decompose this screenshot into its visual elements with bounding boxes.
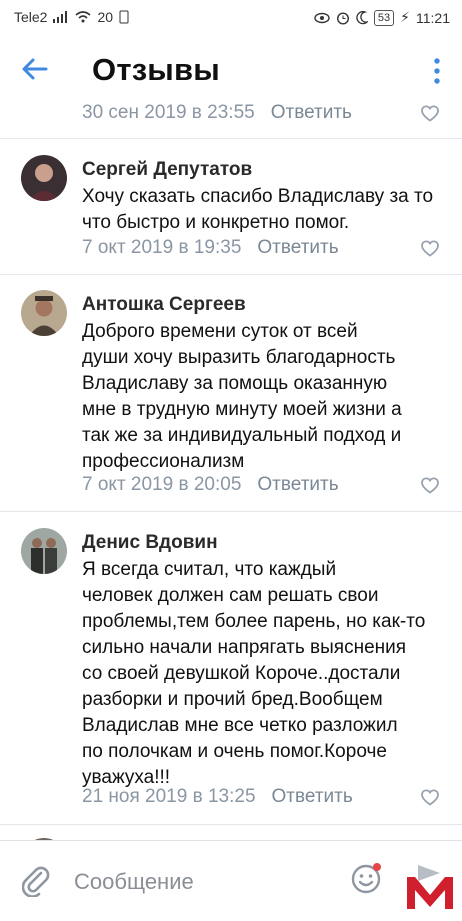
status-left: Tele2 20 <box>14 9 129 25</box>
comment-meta: 7 окт 2019 в 20:05 Ответить <box>82 474 339 496</box>
wifi-icon <box>75 11 91 23</box>
app-header: Отзывы <box>0 34 462 108</box>
divider <box>0 511 462 512</box>
author-name[interactable]: Сергей Депутатов <box>82 159 252 181</box>
comment-date: 7 окт 2019 в 20:05 <box>82 474 242 495</box>
comment-meta: 21 ноя 2019 в 13:25 Ответить <box>82 786 353 808</box>
comment-date: 21 ноя 2019 в 13:25 <box>82 786 256 807</box>
reply-link[interactable]: Ответить <box>271 102 352 124</box>
status-bar: Tele2 20 53 ⚡ 11:21 <box>0 0 462 34</box>
heart-icon[interactable] <box>420 104 440 122</box>
avatar[interactable] <box>21 290 67 336</box>
avatar[interactable] <box>21 155 67 201</box>
divider <box>0 274 462 275</box>
eye-icon <box>314 12 330 23</box>
message-composer <box>0 840 462 921</box>
paperclip-icon[interactable] <box>22 865 50 897</box>
reply-link[interactable]: Ответить <box>257 474 338 496</box>
comment-text: Хочу сказать спасибо Владиславу за то чт… <box>82 186 434 233</box>
page-title: Отзывы <box>92 52 220 87</box>
comment-text: Доброго времени суток от всей души хочу … <box>82 321 402 472</box>
charging-icon: ⚡ <box>400 9 410 25</box>
comment-text: Я всегда считал, что каждый человек долж… <box>82 559 426 788</box>
top-partial-meta: 30 сен 2019 в 23:55 Ответить <box>82 102 352 124</box>
sim-icon <box>119 10 129 24</box>
smiley-icon[interactable] <box>350 861 384 895</box>
back-arrow-icon[interactable] <box>20 54 50 84</box>
heart-icon[interactable] <box>420 476 440 494</box>
divider <box>0 824 462 825</box>
status-right: 53 ⚡ 11:21 <box>314 9 450 26</box>
heart-icon[interactable] <box>420 788 440 806</box>
comment-date: 30 сен 2019 в 23:55 <box>82 102 255 123</box>
carrier-label: Tele2 <box>14 9 48 25</box>
alarm-icon <box>336 11 349 25</box>
comment-date: 7 окт 2019 в 19:35 <box>82 237 242 258</box>
divider <box>0 138 462 139</box>
more-vertical-icon[interactable] <box>432 56 442 86</box>
message-input[interactable] <box>72 867 346 897</box>
comment-meta: 7 окт 2019 в 19:35 Ответить <box>82 237 339 259</box>
author-name[interactable]: Антошка Сергеев <box>82 294 246 316</box>
network-label: 20 <box>97 9 114 25</box>
avatar[interactable] <box>21 528 67 574</box>
author-name[interactable]: Денис Вдовин <box>82 532 218 554</box>
m-logo-icon <box>407 865 453 909</box>
comments-feed[interactable]: 30 сен 2019 в 23:55 Ответить Сергей Депу… <box>0 100 462 840</box>
moon-icon <box>356 10 368 24</box>
clock-label: 11:21 <box>416 9 450 26</box>
signal-icon <box>53 11 68 23</box>
reply-link[interactable]: Ответить <box>272 786 353 808</box>
battery-indicator: 53 <box>373 9 395 26</box>
reply-link[interactable]: Ответить <box>257 237 338 259</box>
heart-icon[interactable] <box>420 239 440 257</box>
